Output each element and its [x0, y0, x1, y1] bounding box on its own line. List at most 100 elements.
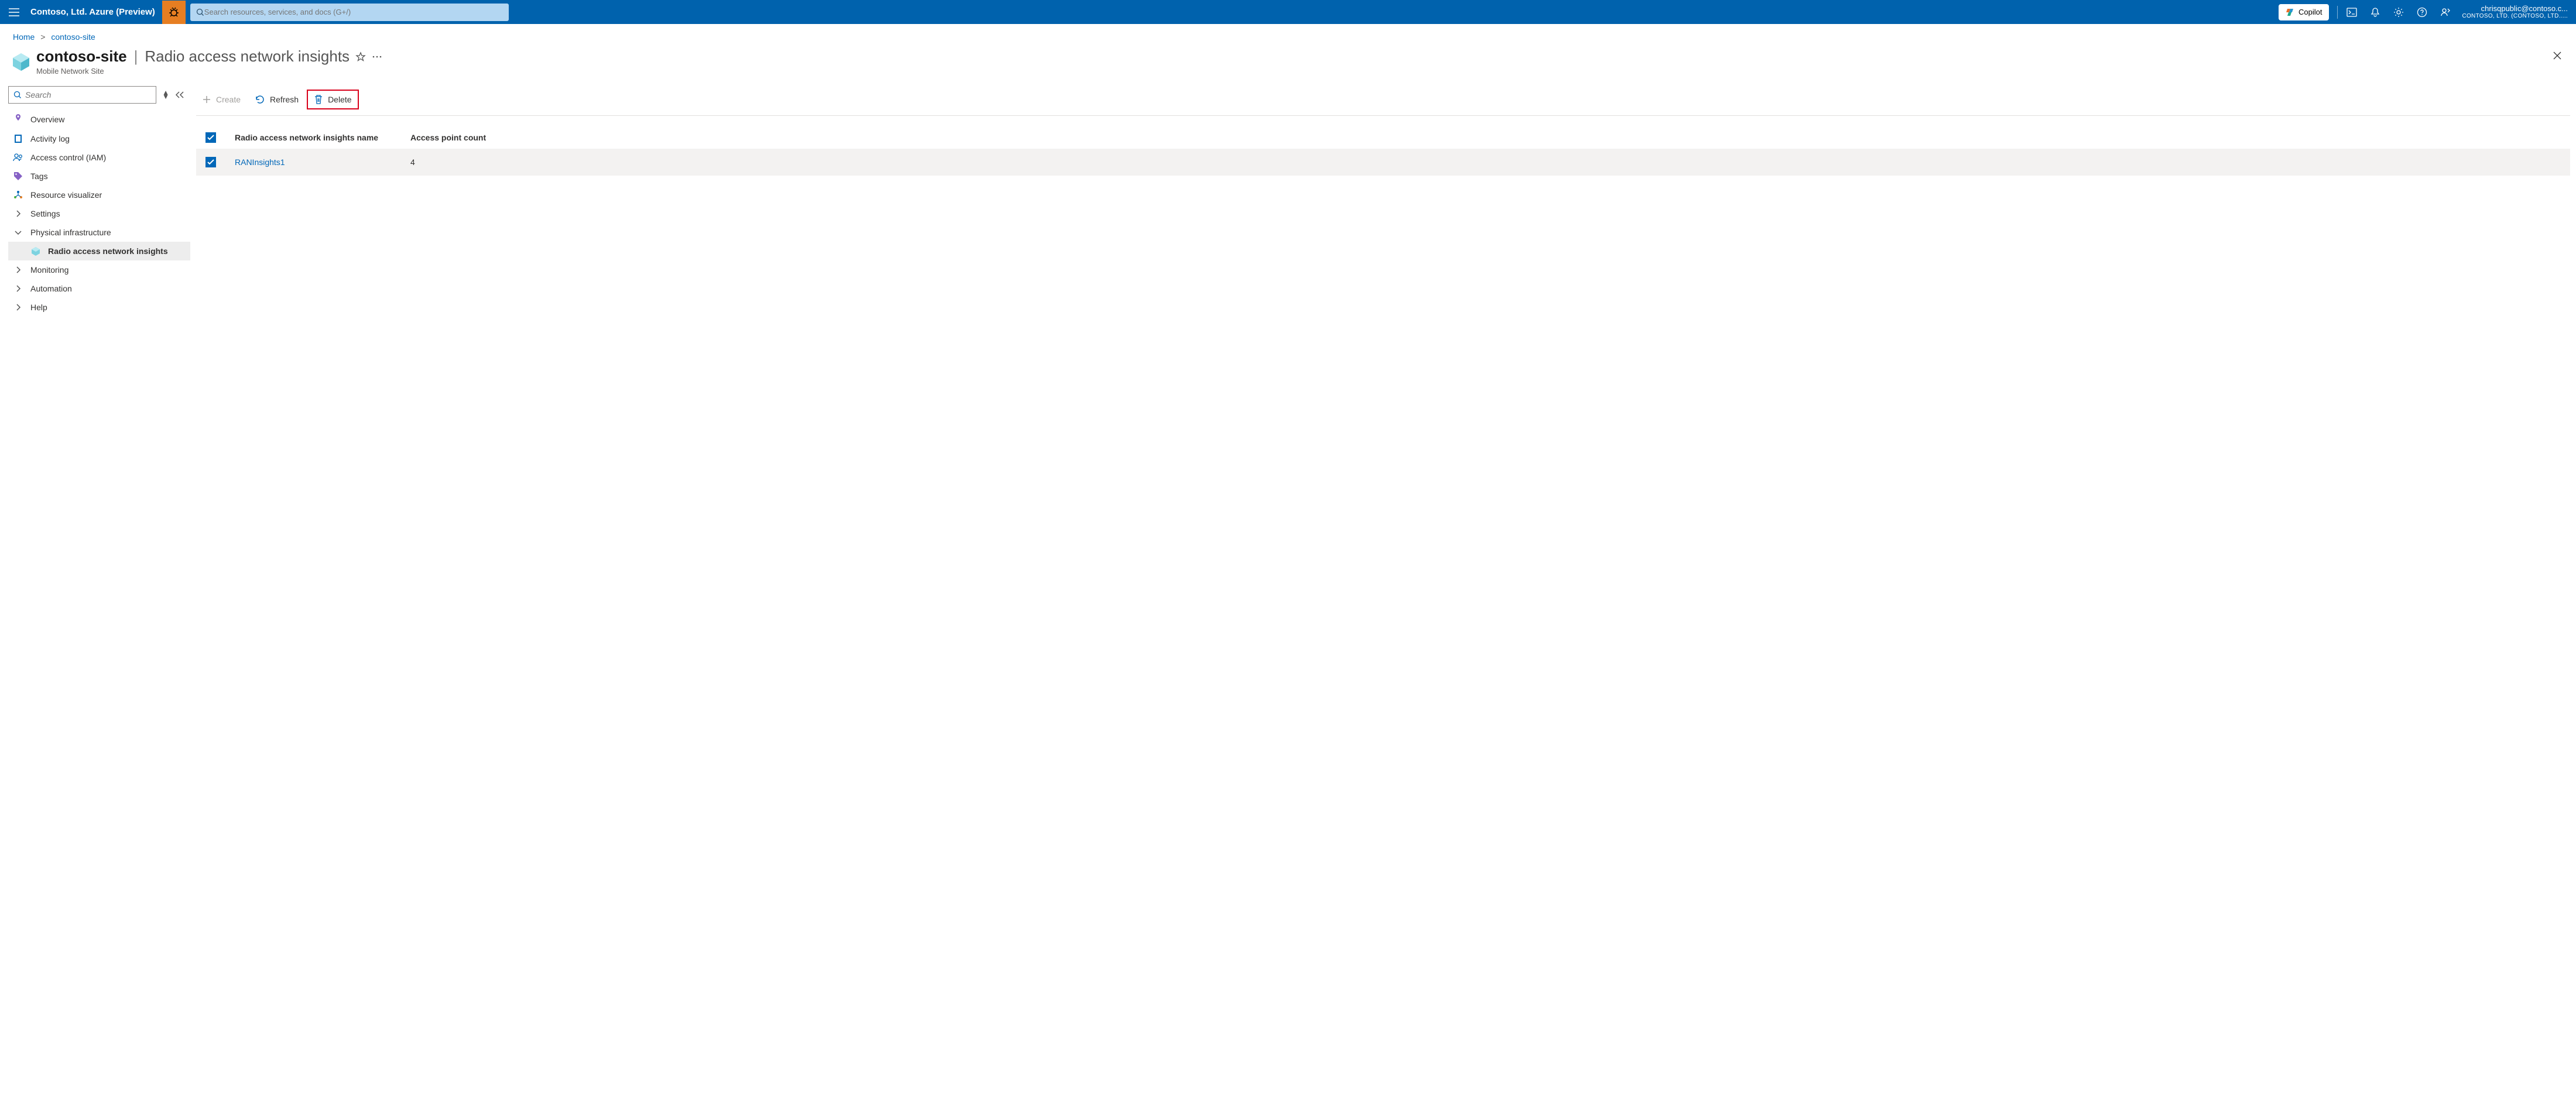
sidebar-search[interactable] — [8, 86, 156, 104]
sidebar: ▲ ▼ Overview Activity log Access control… — [0, 86, 190, 317]
cube-icon — [31, 246, 40, 256]
sidebar-item-overview[interactable]: Overview — [8, 109, 190, 129]
sidebar-item-label: Activity log — [30, 134, 70, 143]
resource-icon — [11, 51, 32, 72]
chevron-down-icon: ▼ — [162, 95, 169, 99]
global-search-wrap — [186, 4, 513, 21]
delete-label: Delete — [328, 95, 351, 104]
chevron-right-icon — [15, 304, 21, 311]
chevron-double-left-icon — [175, 91, 184, 99]
notifications-button[interactable] — [2363, 0, 2387, 24]
body: ▲ ▼ Overview Activity log Access control… — [0, 86, 2576, 317]
page-subtitle: Radio access network insights — [145, 47, 350, 66]
breadcrumb-separator: > — [40, 32, 45, 42]
sidebar-item-label: Settings — [30, 209, 60, 218]
check-icon — [207, 159, 214, 165]
sidebar-item-ran-insights[interactable]: Radio access network insights — [8, 242, 190, 260]
cloud-shell-icon — [2347, 8, 2357, 17]
bug-icon — [168, 6, 180, 18]
feedback-icon — [2440, 7, 2451, 18]
pin-icon — [14, 114, 22, 125]
menu-toggle[interactable] — [0, 0, 28, 24]
sidebar-item-settings[interactable]: Settings — [8, 204, 190, 223]
page-title: contoso-site — [36, 47, 127, 66]
sort-toggle[interactable]: ▲ ▼ — [162, 91, 169, 99]
delete-button[interactable]: Delete — [307, 90, 358, 109]
people-icon — [13, 153, 23, 162]
chevron-right-icon — [15, 210, 21, 217]
brand-label[interactable]: Contoso, Ltd. Azure (Preview) — [28, 7, 162, 17]
sidebar-item-help[interactable]: Help — [8, 298, 190, 317]
favorite-button[interactable] — [355, 52, 366, 62]
gear-icon — [2393, 7, 2404, 18]
separator — [2337, 6, 2338, 19]
grid-header: Radio access network insights name Acces… — [196, 126, 2570, 149]
top-icons — [2340, 0, 2457, 24]
global-search-input[interactable] — [204, 8, 503, 16]
report-bug-button[interactable] — [162, 1, 186, 24]
row-count: 4 — [410, 157, 2570, 167]
feedback-button[interactable] — [2434, 0, 2457, 24]
bell-icon — [2371, 7, 2380, 18]
table-row[interactable]: RANInsights1 4 — [196, 149, 2570, 176]
close-button[interactable] — [2549, 47, 2565, 64]
sidebar-item-monitoring[interactable]: Monitoring — [8, 260, 190, 279]
star-icon — [355, 52, 366, 62]
hamburger-icon — [9, 8, 19, 16]
toolbar: Create Refresh Delete — [196, 86, 2570, 116]
page-header: contoso-site | Radio access network insi… — [0, 45, 2576, 86]
user-menu[interactable]: chrisqpublic@contoso.c... CONTOSO, LTD. … — [2457, 4, 2576, 20]
sidebar-item-activity-log[interactable]: Activity log — [8, 129, 190, 148]
sidebar-item-label: Access control (IAM) — [30, 153, 106, 162]
create-button: Create — [196, 91, 246, 108]
help-button[interactable] — [2410, 0, 2434, 24]
breadcrumb-current[interactable]: contoso-site — [51, 32, 95, 42]
search-icon — [196, 8, 204, 16]
sidebar-item-physical-infrastructure[interactable]: Physical infrastructure — [8, 223, 190, 242]
log-icon — [14, 134, 22, 143]
help-icon — [2417, 7, 2427, 18]
more-icon — [372, 55, 382, 59]
check-icon — [207, 135, 214, 140]
main-content: Create Refresh Delete Radio access netwo… — [190, 86, 2576, 176]
copilot-icon — [2286, 8, 2295, 17]
sidebar-item-label: Overview — [30, 115, 64, 124]
sidebar-item-label: Monitoring — [30, 265, 68, 275]
plus-icon — [202, 95, 211, 104]
trash-icon — [314, 94, 323, 105]
visualizer-icon — [13, 190, 23, 200]
sidebar-search-input[interactable] — [25, 90, 151, 100]
refresh-button[interactable]: Refresh — [249, 91, 304, 108]
column-header-count[interactable]: Access point count — [410, 133, 2570, 142]
breadcrumb-home[interactable]: Home — [13, 32, 35, 42]
copilot-button[interactable]: Copilot — [2279, 4, 2329, 20]
refresh-icon — [255, 94, 265, 105]
sidebar-item-label: Help — [30, 303, 47, 312]
search-icon — [13, 91, 22, 99]
create-label: Create — [216, 95, 241, 104]
user-email: chrisqpublic@contoso.c... — [2462, 4, 2568, 13]
collapse-sidebar-button[interactable] — [175, 91, 184, 99]
sidebar-item-label: Resource visualizer — [30, 190, 102, 200]
select-all-checkbox[interactable] — [205, 132, 216, 143]
breadcrumb: Home > contoso-site — [0, 24, 2576, 45]
sidebar-item-iam[interactable]: Access control (IAM) — [8, 148, 190, 167]
sidebar-item-automation[interactable]: Automation — [8, 279, 190, 298]
grid: Radio access network insights name Acces… — [196, 126, 2570, 176]
cloud-shell-button[interactable] — [2340, 0, 2363, 24]
row-checkbox[interactable] — [205, 157, 216, 167]
sidebar-item-label: Automation — [30, 284, 72, 293]
chevron-right-icon — [15, 266, 21, 273]
settings-button[interactable] — [2387, 0, 2410, 24]
column-header-name[interactable]: Radio access network insights name — [235, 133, 410, 142]
copilot-label: Copilot — [2298, 8, 2322, 16]
topbar: Contoso, Ltd. Azure (Preview) Copilot ch — [0, 0, 2576, 24]
sidebar-item-label: Radio access network insights — [48, 246, 168, 256]
sidebar-item-tags[interactable]: Tags — [8, 167, 190, 186]
row-name-link[interactable]: RANInsights1 — [235, 157, 285, 167]
sidebar-item-resource-visualizer[interactable]: Resource visualizer — [8, 186, 190, 204]
global-search[interactable] — [190, 4, 509, 21]
chevron-right-icon — [15, 285, 21, 292]
more-button[interactable] — [372, 55, 382, 59]
sidebar-item-label: Tags — [30, 172, 48, 181]
